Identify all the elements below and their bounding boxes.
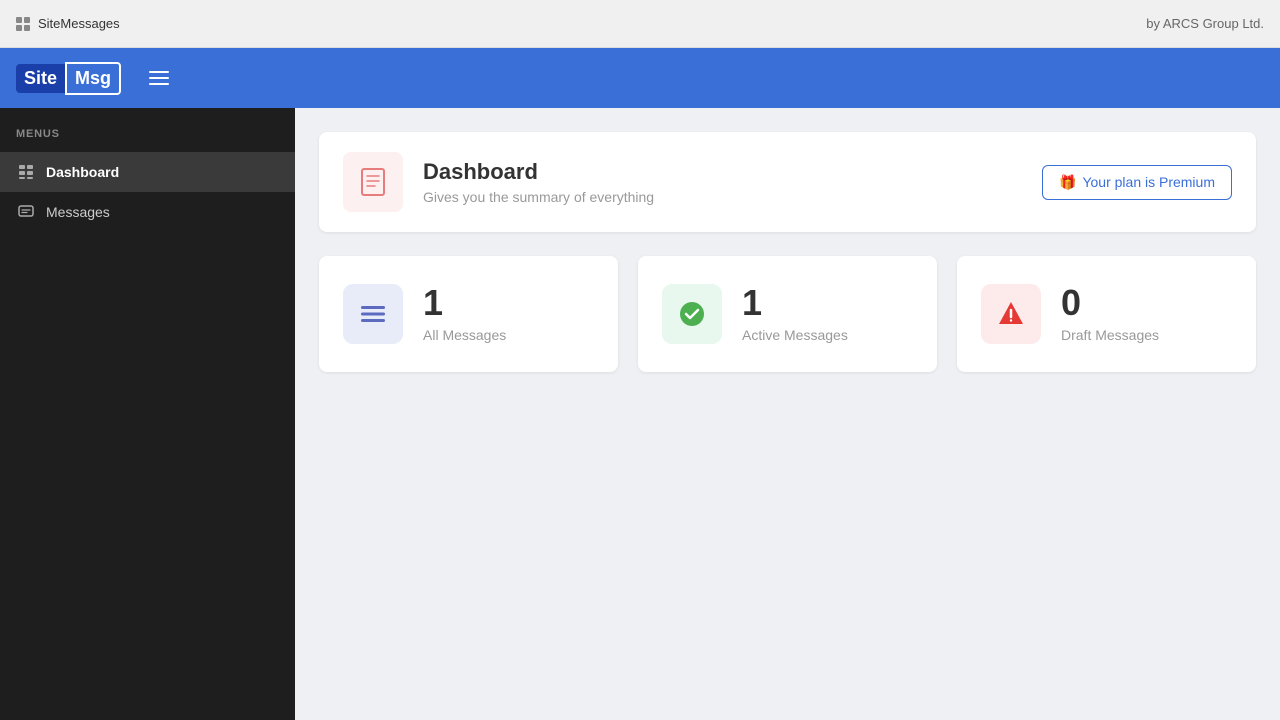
hamburger-line-2 [149, 77, 169, 79]
draft-messages-info: 0 Draft Messages [1061, 285, 1159, 343]
all-messages-label: All Messages [423, 327, 506, 343]
all-messages-info: 1 All Messages [423, 285, 506, 343]
main-content: Dashboard Gives you the summary of every… [295, 108, 1280, 720]
dashboard-text: Dashboard Gives you the summary of every… [423, 159, 654, 205]
hamburger-line-3 [149, 83, 169, 85]
sidebar-dashboard-label: Dashboard [46, 164, 119, 180]
hamburger-button[interactable] [145, 67, 173, 89]
messages-icon [16, 202, 36, 222]
logo-site: Site [16, 64, 65, 93]
stats-grid: 1 All Messages 1 Active Messages [319, 256, 1256, 372]
draft-messages-count: 0 [1061, 285, 1159, 321]
browser-bar: SiteMessages by ARCS Group Ltd. [0, 0, 1280, 48]
warning-icon [996, 299, 1026, 329]
app-wrapper: SiteMsg MENUS [0, 48, 1280, 720]
dashboard-icon [16, 162, 36, 182]
logo-msg: Msg [65, 62, 121, 95]
browser-attribution: by ARCS Group Ltd. [1146, 16, 1264, 31]
stat-card-all-messages: 1 All Messages [319, 256, 618, 372]
dashboard-header-card: Dashboard Gives you the summary of every… [319, 132, 1256, 232]
draft-messages-icon-box [981, 284, 1041, 344]
dashboard-page-icon [343, 152, 403, 212]
list-icon [358, 299, 388, 329]
browser-title: SiteMessages [38, 16, 120, 31]
hamburger-line-1 [149, 71, 169, 73]
sidebar-item-messages[interactable]: Messages [0, 192, 295, 232]
active-messages-label: Active Messages [742, 327, 848, 343]
browser-bar-left: SiteMessages [16, 16, 120, 31]
dashboard-header-left: Dashboard Gives you the summary of every… [343, 152, 654, 212]
plan-button[interactable]: 🎁 Your plan is Premium [1042, 165, 1232, 200]
all-messages-icon-box [343, 284, 403, 344]
sidebar-messages-label: Messages [46, 204, 110, 220]
app-body: MENUS Dashboard [0, 108, 1280, 720]
plan-button-label: Your plan is Premium [1082, 174, 1215, 190]
all-messages-count: 1 [423, 285, 506, 321]
dashboard-subtitle: Gives you the summary of everything [423, 189, 654, 205]
sidebar-menus-label: MENUS [0, 128, 295, 152]
dashboard-title: Dashboard [423, 159, 654, 185]
stat-card-active-messages: 1 Active Messages [638, 256, 937, 372]
logo: SiteMsg [16, 62, 121, 95]
draft-messages-label: Draft Messages [1061, 327, 1159, 343]
stat-card-draft-messages: 0 Draft Messages [957, 256, 1256, 372]
active-messages-icon-box [662, 284, 722, 344]
sidebar-item-dashboard[interactable]: Dashboard [0, 152, 295, 192]
grid-icon [16, 17, 30, 31]
sidebar: MENUS Dashboard [0, 108, 295, 720]
active-messages-count: 1 [742, 285, 848, 321]
active-messages-info: 1 Active Messages [742, 285, 848, 343]
gift-icon: 🎁 [1059, 174, 1076, 191]
app-header: SiteMsg [0, 48, 1280, 108]
check-circle-icon [677, 299, 707, 329]
